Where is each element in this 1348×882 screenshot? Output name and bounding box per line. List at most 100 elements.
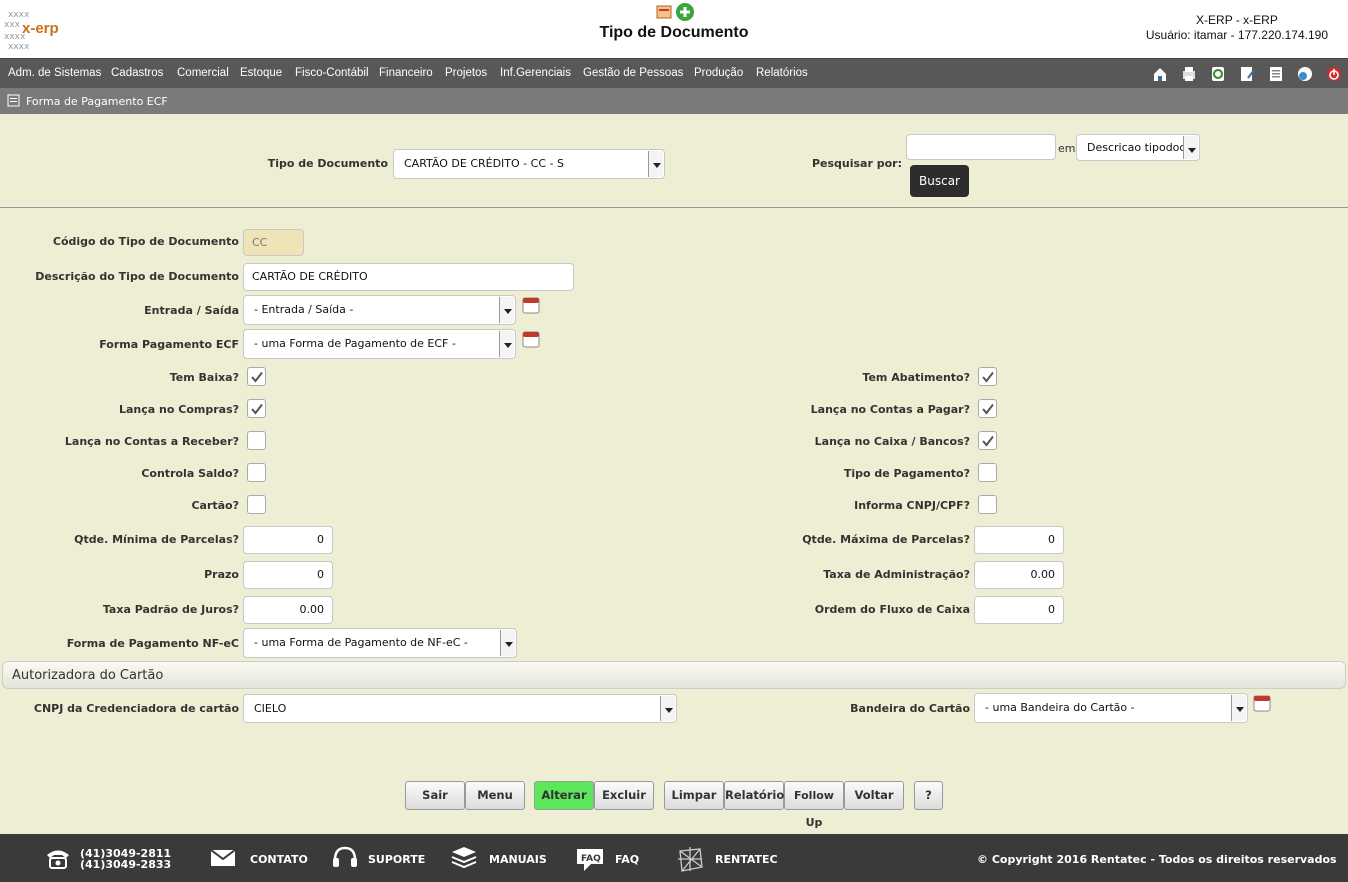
relatorio-button[interactable]: Relatório xyxy=(724,781,784,810)
autorizadora-section-title: Autorizadora do Cartão xyxy=(12,668,164,683)
document-icon[interactable] xyxy=(656,5,672,19)
tipo-documento-select[interactable]: CARTÃO DE CRÉDITO - CC - S xyxy=(393,149,665,179)
help-button[interactable]: ? xyxy=(914,781,943,810)
ordem-fluxo-input[interactable]: 0 xyxy=(974,596,1064,624)
recycle-icon[interactable] xyxy=(1210,66,1226,82)
bandeira-value: - uma Bandeira do Cartão - xyxy=(985,701,1135,714)
autorizadora-section-header[interactable]: Autorizadora do Cartão xyxy=(2,661,1346,689)
manuals-icon[interactable] xyxy=(450,846,478,870)
checkmark-icon xyxy=(982,371,994,383)
pesquisar-label: Pesquisar por: xyxy=(811,157,902,170)
search-field-value: Descricao tipodoc xyxy=(1087,141,1186,154)
qtde-max-label: Qtde. Máxima de Parcelas? xyxy=(802,533,970,546)
checkmark-icon xyxy=(251,403,263,415)
qtde-min-input[interactable]: 0 xyxy=(243,526,333,554)
informa-cnpj-label: Informa CNPJ/CPF? xyxy=(854,499,970,512)
cartao-checkbox[interactable] xyxy=(247,495,266,514)
rentatec-logo-icon[interactable] xyxy=(676,845,704,873)
svg-text:xxxx: xxxx xyxy=(8,10,30,20)
checkmark-icon xyxy=(251,371,263,383)
menu-inf-gerenciais[interactable]: Inf.Gerenciais xyxy=(500,67,571,79)
forma-ecf-select[interactable]: - uma Forma de Pagamento de ECF - xyxy=(243,329,516,359)
calendar-icon[interactable] xyxy=(522,331,540,348)
headset-icon[interactable] xyxy=(332,846,358,870)
taxa-adm-input[interactable]: 0.00 xyxy=(974,561,1064,589)
qtde-min-label: Qtde. Mínima de Parcelas? xyxy=(74,533,239,546)
phone-numbers: (41)3049-2811 (41)3049-2833 xyxy=(80,848,171,870)
divider xyxy=(0,207,1348,208)
lanca-caixa-checkbox[interactable] xyxy=(978,431,997,450)
calendar-icon[interactable] xyxy=(1253,695,1271,712)
cnpj-credenciadora-label: CNPJ da Credenciadora de cartão xyxy=(33,702,239,715)
tem-baixa-checkbox[interactable] xyxy=(247,367,266,386)
taxa-adm-label: Taxa de Administração? xyxy=(823,568,970,581)
controla-saldo-checkbox[interactable] xyxy=(247,463,266,482)
menu-cadastros[interactable]: Cadastros xyxy=(111,67,163,79)
lanca-receber-checkbox[interactable] xyxy=(247,431,266,450)
em-label: em xyxy=(1058,142,1076,155)
prazo-input[interactable]: 0 xyxy=(243,561,333,589)
print-icon[interactable] xyxy=(1181,66,1197,82)
suporte-link[interactable]: SUPORTE xyxy=(368,853,425,866)
lanca-pagar-checkbox[interactable] xyxy=(978,399,997,418)
faq-link[interactable]: FAQ xyxy=(615,853,639,866)
search-field-select[interactable]: Descricao tipodoc xyxy=(1076,134,1200,161)
menu-producao[interactable]: Produção xyxy=(694,67,743,79)
excluir-button[interactable]: Excluir xyxy=(594,781,654,810)
menu-gestao-pessoas[interactable]: Gestão de Pessoas xyxy=(583,67,683,79)
mail-icon[interactable] xyxy=(210,849,236,867)
sair-button[interactable]: Sair xyxy=(405,781,465,810)
menu-financeiro[interactable]: Financeiro xyxy=(379,67,433,79)
calendar-icon[interactable] xyxy=(522,297,540,314)
descricao-input[interactable]: CARTÃO DE CRÉDITO xyxy=(243,263,574,291)
forma-ecf-value: - uma Forma de Pagamento de ECF - xyxy=(254,337,456,350)
svg-text:xxxx: xxxx xyxy=(8,42,30,52)
power-icon[interactable] xyxy=(1326,66,1342,82)
breadcrumb: Forma de Pagamento ECF xyxy=(0,88,1348,114)
alterar-button[interactable]: Alterar xyxy=(534,781,594,810)
forma-nfe-select[interactable]: - uma Forma de Pagamento de NF-eC - xyxy=(243,628,517,658)
help-globe-icon[interactable] xyxy=(1297,66,1313,82)
codigo-label: Código do Tipo de Documento xyxy=(52,235,239,248)
entrada-saida-select[interactable]: - Entrada / Saída - xyxy=(243,295,516,325)
forma-ecf-label: Forma Pagamento ECF xyxy=(99,338,239,351)
menu-adm-sistemas[interactable]: Adm. de Sistemas xyxy=(8,67,101,79)
informa-cnpj-checkbox[interactable] xyxy=(978,495,997,514)
list-document-icon[interactable] xyxy=(1268,66,1284,82)
menu-estoque[interactable]: Estoque xyxy=(240,67,282,79)
home-icon[interactable] xyxy=(1152,66,1168,82)
tem-abatimento-checkbox[interactable] xyxy=(978,367,997,386)
cnpj-credenciadora-select[interactable]: CIELO xyxy=(243,694,677,723)
voltar-button[interactable]: Voltar xyxy=(844,781,904,810)
bandeira-select[interactable]: - uma Bandeira do Cartão - xyxy=(974,693,1248,723)
menu-relatorios[interactable]: Relatórios xyxy=(756,67,808,79)
menu-button[interactable]: Menu xyxy=(465,781,525,810)
chevron-down-icon xyxy=(1231,695,1246,721)
menu-comercial[interactable]: Comercial xyxy=(177,67,229,79)
lanca-compras-checkbox[interactable] xyxy=(247,399,266,418)
rentatec-link[interactable]: RENTATEC xyxy=(715,853,778,866)
chevron-down-icon xyxy=(660,696,675,721)
buscar-button[interactable]: Buscar xyxy=(910,165,969,197)
manuais-link[interactable]: MANUAIS xyxy=(489,853,547,866)
checkmark-icon xyxy=(982,435,994,447)
edit-document-icon[interactable] xyxy=(1239,66,1255,82)
add-icon[interactable] xyxy=(676,3,694,21)
taxa-juros-input[interactable]: 0.00 xyxy=(243,596,333,624)
phone-icon xyxy=(47,850,69,869)
svg-text:FAQ: FAQ xyxy=(581,854,601,864)
lanca-caixa-label: Lança no Caixa / Bancos? xyxy=(814,435,970,448)
menu-fisco-contabil[interactable]: Fisco-Contábil xyxy=(295,67,369,79)
lanca-receber-label: Lança no Contas a Receber? xyxy=(64,435,239,448)
contato-link[interactable]: CONTATO xyxy=(250,853,308,866)
form-icon xyxy=(7,94,20,107)
forma-nfe-label: Forma de Pagamento NF-eC xyxy=(66,637,239,650)
menu-projetos[interactable]: Projetos xyxy=(445,67,487,79)
limpar-button[interactable]: Limpar xyxy=(664,781,724,810)
faq-icon[interactable]: FAQ xyxy=(575,847,605,873)
codigo-input: CC xyxy=(243,229,304,256)
follow-up-button[interactable]: Follow Up xyxy=(784,781,844,829)
search-input[interactable] xyxy=(906,134,1056,160)
qtde-max-input[interactable]: 0 xyxy=(974,526,1064,554)
tipo-pagamento-checkbox[interactable] xyxy=(978,463,997,482)
